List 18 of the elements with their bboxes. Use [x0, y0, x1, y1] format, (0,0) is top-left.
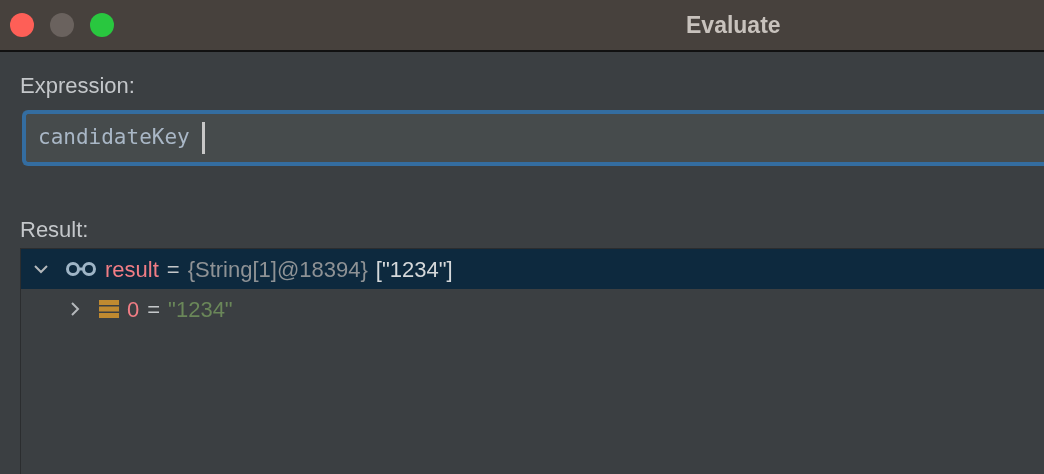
- tree-row[interactable]: result = {String[1]@18394} ["1234"]: [21, 249, 1044, 289]
- text-cursor: [202, 122, 206, 154]
- equals-sign: =: [147, 295, 161, 324]
- variable-value: ["1234"]: [375, 255, 453, 284]
- equals-sign: =: [166, 255, 180, 284]
- type-info: {String[1]@18394}: [187, 255, 368, 284]
- list-icon: [99, 300, 119, 318]
- zoom-button[interactable]: [90, 13, 114, 37]
- close-button[interactable]: [10, 13, 34, 37]
- expression-label: Expression:: [20, 72, 136, 100]
- result-label: Result:: [20, 216, 90, 244]
- variable-name: result: [105, 255, 159, 284]
- glasses-icon: [65, 262, 97, 276]
- tree-row[interactable]: 0 = "1234": [21, 289, 1044, 329]
- window-title: Evaluate: [686, 10, 781, 40]
- expression-field[interactable]: candidateKey: [22, 110, 1044, 166]
- variable-name: 0: [127, 295, 140, 324]
- variable-value: "1234": [168, 295, 233, 324]
